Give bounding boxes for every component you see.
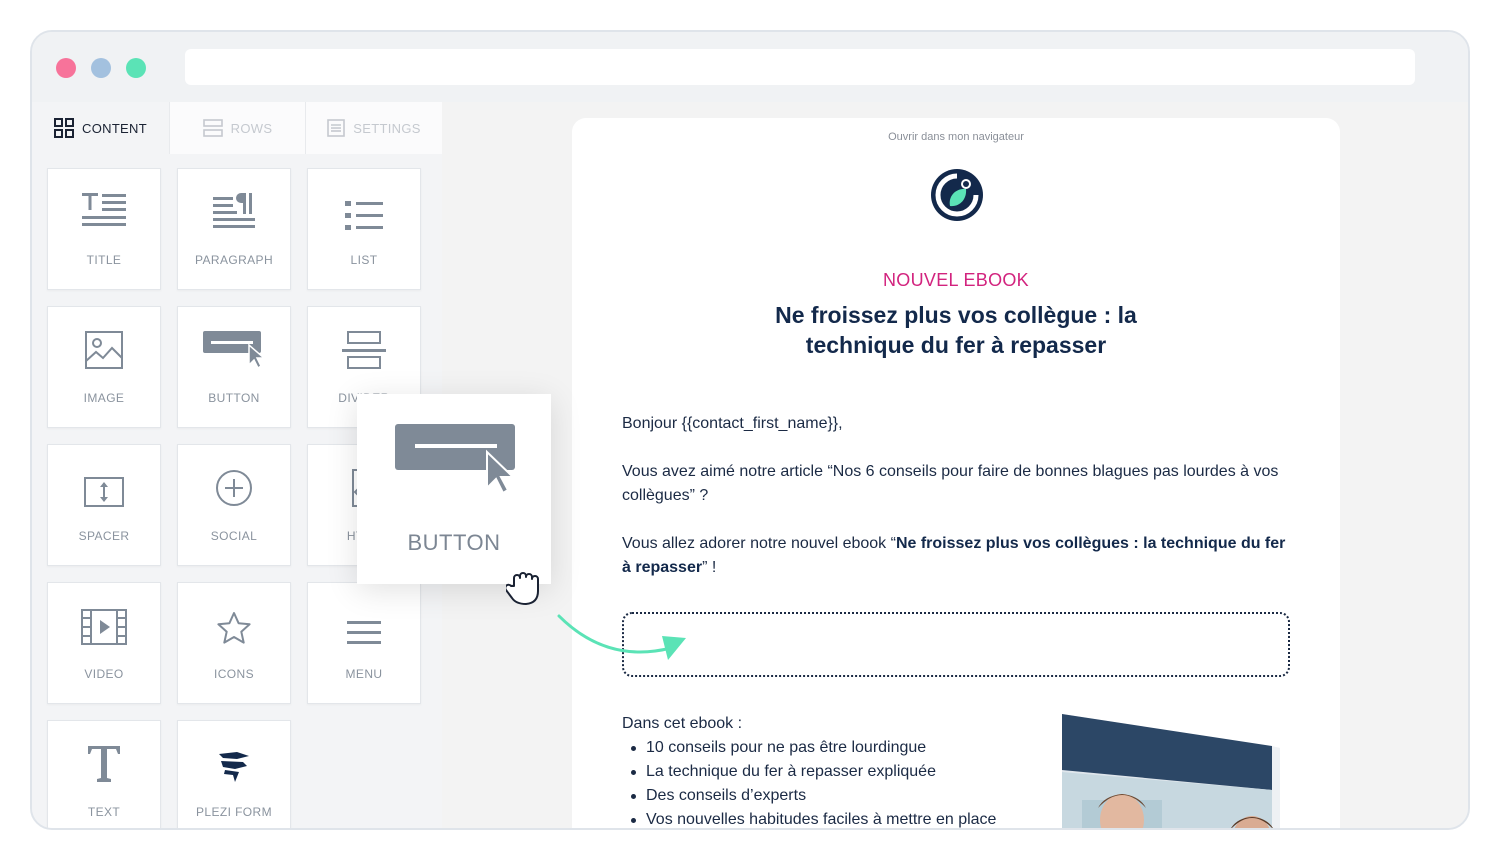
block-video-label: VIDEO xyxy=(84,667,124,681)
list-intro: Dans cet ebook : xyxy=(622,715,743,732)
dragged-button-block[interactable]: BUTTON xyxy=(357,394,551,584)
block-text-label: TEXT xyxy=(87,805,121,819)
block-title[interactable]: TITLE xyxy=(47,168,161,290)
list-icon xyxy=(345,169,383,241)
email-kicker: NOUVEL EBOOK xyxy=(883,270,1029,290)
tab-rows[interactable]: ROWS xyxy=(169,102,305,154)
block-image[interactable]: IMAGE xyxy=(47,306,161,428)
tab-content-label: CONTENT xyxy=(82,120,147,136)
block-spacer-label: SPACER xyxy=(78,529,130,543)
text-icon xyxy=(87,721,121,793)
image-icon xyxy=(85,307,123,379)
spacer-icon xyxy=(84,445,124,517)
headline-line-1: Ne froissez plus vos collègue : la xyxy=(775,302,1137,328)
ebook-cover-image xyxy=(1062,710,1292,828)
block-menu[interactable]: MENU xyxy=(307,582,421,704)
drag-arrow-icon xyxy=(556,612,690,669)
button-icon xyxy=(395,422,519,499)
menu-icon xyxy=(347,583,381,655)
block-video[interactable]: VIDEO xyxy=(47,582,161,704)
block-title-label: TITLE xyxy=(86,253,122,267)
plezi-form-icon xyxy=(217,721,251,793)
grab-hand-icon xyxy=(504,566,544,611)
block-text[interactable]: TEXT xyxy=(47,720,161,828)
grid-icon xyxy=(54,118,75,138)
block-image-label: IMAGE xyxy=(83,391,125,405)
list-item: Des conseils d’experts xyxy=(622,784,1042,808)
close-window-button[interactable] xyxy=(56,58,76,78)
paragraph-2-prefix: Vous allez adorer notre nouvel ebook “ xyxy=(622,535,896,552)
block-icons-label: ICONS xyxy=(213,667,254,681)
sidebar-tabs: CONTENT ROWS SETTINGS xyxy=(32,102,442,154)
email-paragraph-2: Vous allez adorer notre nouvel ebook “Ne… xyxy=(622,532,1294,580)
minimize-window-button[interactable] xyxy=(91,58,111,78)
headline-line-2: technique du fer à repasser xyxy=(805,332,1107,358)
drop-zone[interactable] xyxy=(622,612,1290,677)
address-bar[interactable] xyxy=(185,49,1415,85)
email-headline: Ne froissez plus vos collègue : la techn… xyxy=(722,300,1190,360)
tab-settings[interactable]: SETTINGS xyxy=(305,102,442,154)
tab-content[interactable]: CONTENT xyxy=(32,102,169,154)
list-item: Vos nouvelles habitudes faciles à mettre… xyxy=(622,808,1042,828)
block-list[interactable]: LIST xyxy=(307,168,421,290)
rows-icon xyxy=(202,119,223,137)
divider-icon xyxy=(342,307,386,379)
open-in-browser-link[interactable]: Ouvrir dans mon navigateur xyxy=(572,131,1340,143)
dragged-button-label: BUTTON xyxy=(407,530,501,555)
star-icon xyxy=(216,583,252,655)
block-button[interactable]: BUTTON xyxy=(177,306,291,428)
tab-rows-label: ROWS xyxy=(230,120,273,136)
block-paragraph-label: PARAGRAPH xyxy=(194,253,274,267)
block-social-label: SOCIAL xyxy=(210,529,258,543)
app-window: CONTENT ROWS SETTINGS TITLE PARAGRAPH LI… xyxy=(30,30,1470,830)
block-menu-label: MENU xyxy=(345,667,383,681)
block-spacer[interactable]: SPACER xyxy=(47,444,161,566)
button-icon xyxy=(203,307,265,379)
block-button-label: BUTTON xyxy=(208,391,260,405)
paragraph-2-suffix: ” ! xyxy=(702,559,717,576)
video-icon xyxy=(81,583,127,655)
list-item: 10 conseils pour ne pas être lourdingue xyxy=(622,736,1042,760)
ebook-list: 10 conseils pour ne pas être lourdingue … xyxy=(622,736,1042,828)
block-paragraph[interactable]: PARAGRAPH xyxy=(177,168,291,290)
block-plezi-form-label: PLEZI FORM xyxy=(195,805,272,819)
editor-canvas: Ouvrir dans mon navigateur NOUVEL EBOOK … xyxy=(442,102,1468,828)
maximize-window-button[interactable] xyxy=(126,58,146,78)
block-plezi-form[interactable]: PLEZI FORM xyxy=(177,720,291,828)
block-icons[interactable]: ICONS xyxy=(177,582,291,704)
settings-icon xyxy=(327,119,346,137)
email-preview: Ouvrir dans mon navigateur NOUVEL EBOOK … xyxy=(572,118,1340,828)
ebook-contents: Dans cet ebook : 10 conseils pour ne pas… xyxy=(622,712,1042,828)
block-social[interactable]: SOCIAL xyxy=(177,444,291,566)
social-icon xyxy=(215,445,253,517)
paragraph-icon xyxy=(213,169,255,241)
email-greeting: Bonjour {{contact_first_name}}, xyxy=(622,415,843,432)
email-paragraph-1: Vous avez aimé notre article “Nos 6 cons… xyxy=(622,463,1279,504)
tab-settings-label: SETTINGS xyxy=(353,120,421,136)
brand-logo xyxy=(930,168,984,222)
list-item: La technique du fer à repasser expliquée xyxy=(622,760,1042,784)
title-bar xyxy=(32,32,1468,102)
block-list-label: LIST xyxy=(350,253,378,267)
title-icon xyxy=(82,169,126,241)
